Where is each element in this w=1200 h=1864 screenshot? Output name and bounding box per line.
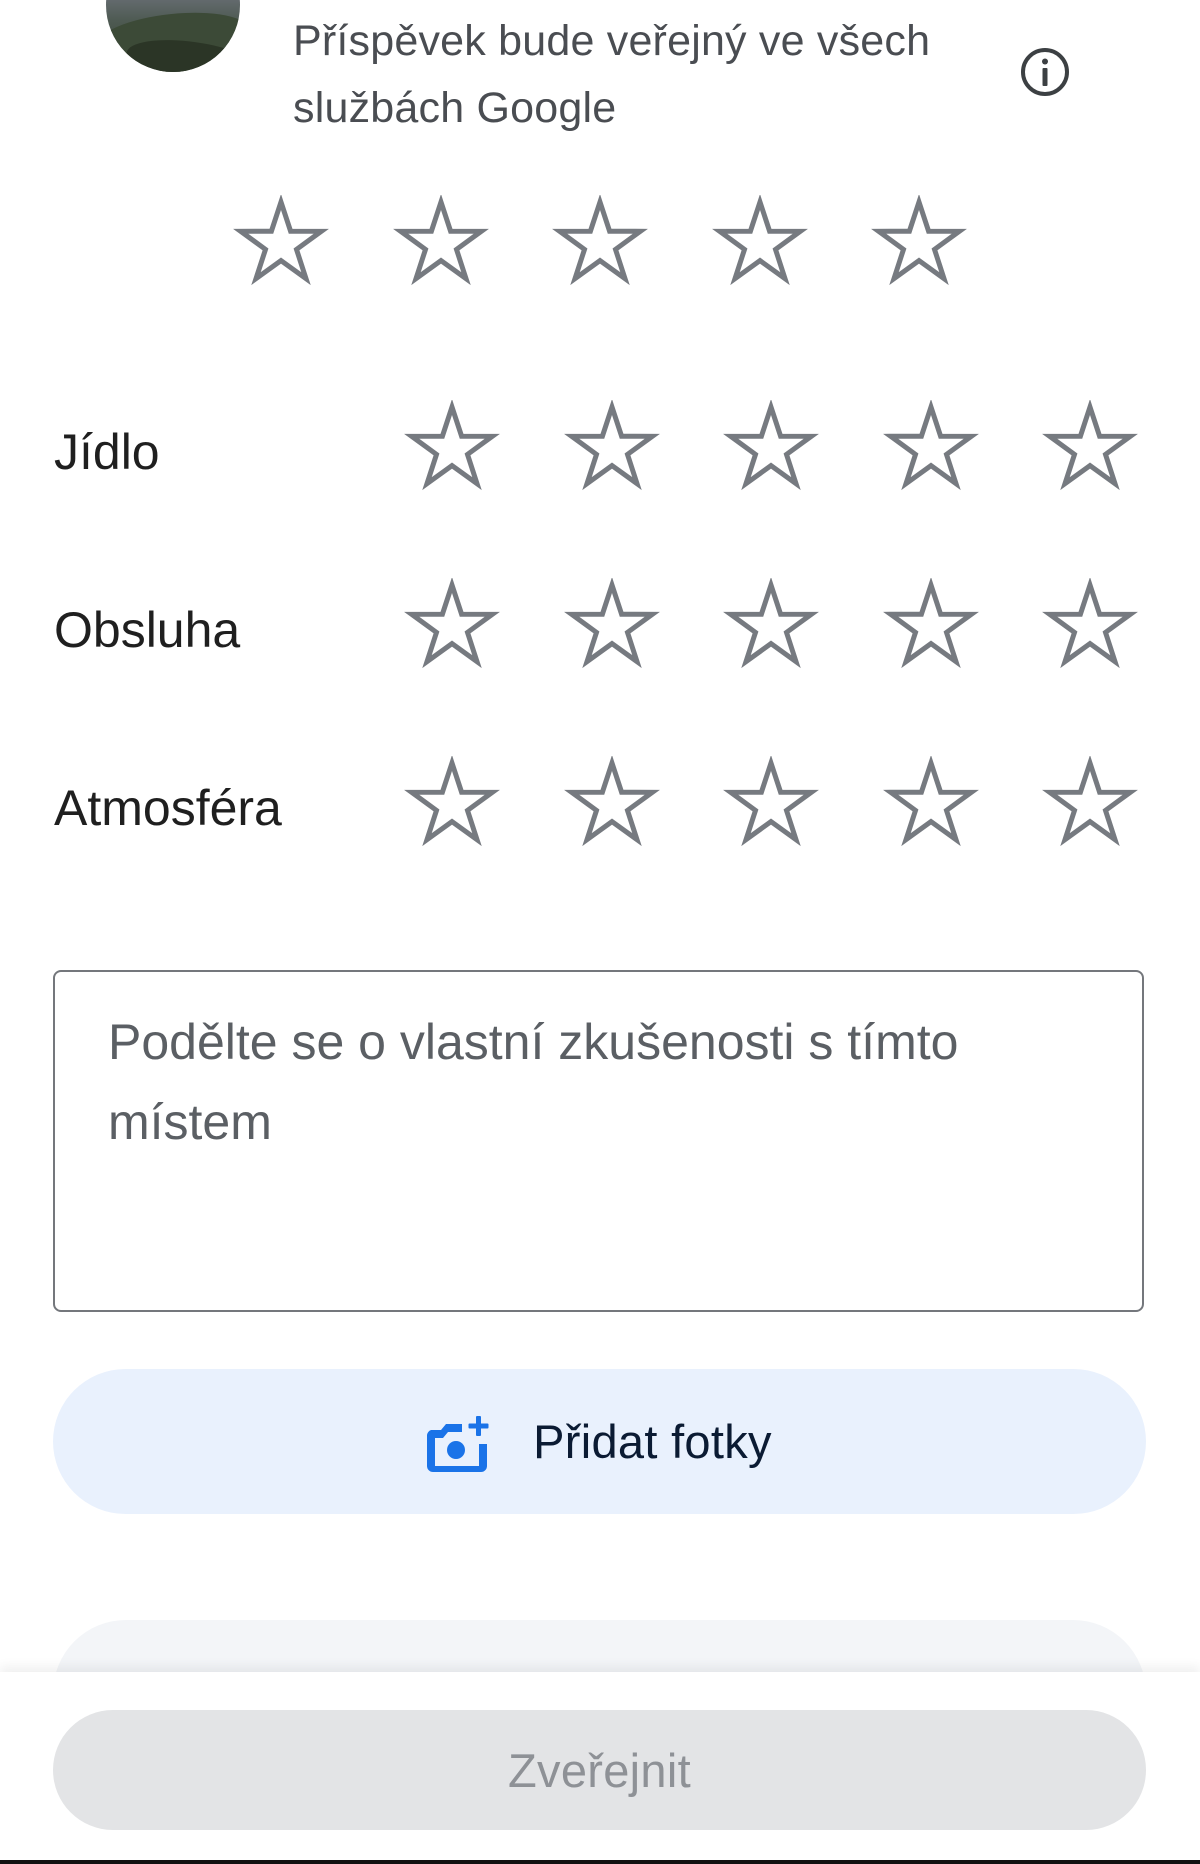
- screen-bottom-edge: [0, 1860, 1200, 1864]
- overall-rating-star-1[interactable]: [233, 195, 329, 291]
- star-outline-icon: [1042, 400, 1138, 491]
- star-outline-icon: [882, 756, 979, 847]
- overall-rating-star-2[interactable]: [392, 195, 489, 291]
- public-post-notice: Příspěvek bude veřejný ve všech službách…: [293, 17, 931, 132]
- star-outline-icon: [233, 195, 329, 286]
- aspect-2-star-1[interactable]: [404, 578, 500, 674]
- aspect-3-star-3[interactable]: [723, 756, 819, 852]
- star-outline-icon: [882, 400, 979, 491]
- add-photos-label: Přidat fotky: [533, 1415, 772, 1468]
- aspect-rating-atmosphere: Atmosféra: [0, 756, 1200, 856]
- user-avatar: [106, 0, 240, 72]
- aspect-3-star-4[interactable]: [882, 756, 979, 852]
- aspect-3-star-1[interactable]: [404, 756, 500, 852]
- star-outline-icon: [723, 400, 819, 491]
- overall-rating-star-5[interactable]: [871, 195, 967, 291]
- info-circle-icon: [1021, 48, 1069, 96]
- star-outline-icon: [563, 578, 660, 669]
- overall-rating-star-4[interactable]: [711, 195, 808, 291]
- aspect-1-star-1[interactable]: [404, 400, 500, 496]
- star-outline-icon: [871, 195, 967, 286]
- review-placeholder: Podělte se o vlastní zkušenosti s tímto …: [108, 1014, 959, 1150]
- aspect-1-star-2[interactable]: [563, 400, 660, 496]
- publish-button[interactable]: Zveřejnit: [53, 1710, 1146, 1830]
- add-photos-button[interactable]: Přidat fotky: [53, 1369, 1146, 1514]
- star-outline-icon: [404, 578, 500, 669]
- overall-rating: [0, 195, 1200, 295]
- aspect-1-star-4[interactable]: [882, 400, 979, 496]
- aspect-2-star-4[interactable]: [882, 578, 979, 674]
- star-outline-icon: [1042, 578, 1138, 669]
- aspect-label-atmosphere: Atmosféra: [54, 780, 282, 836]
- star-outline-icon: [404, 756, 500, 847]
- aspect-2-star-5[interactable]: [1042, 578, 1138, 674]
- overall-rating-star-3[interactable]: [552, 195, 648, 291]
- star-outline-icon: [552, 195, 648, 286]
- star-outline-icon: [711, 195, 808, 286]
- star-outline-icon: [723, 756, 819, 847]
- aspect-3-star-2[interactable]: [563, 756, 660, 852]
- star-outline-icon: [723, 578, 819, 669]
- aspect-2-star-3[interactable]: [723, 578, 819, 674]
- aspect-1-star-5[interactable]: [1042, 400, 1138, 496]
- add-photo-camera-icon: [427, 1415, 489, 1472]
- publish-label: Zveřejnit: [508, 1743, 691, 1797]
- star-outline-icon: [563, 756, 660, 847]
- star-outline-icon: [563, 400, 660, 491]
- aspect-rating-service: Obsluha: [0, 578, 1200, 678]
- star-outline-icon: [1042, 756, 1138, 847]
- star-outline-icon: [392, 195, 489, 286]
- info-button[interactable]: [1019, 46, 1071, 98]
- review-text-field[interactable]: Podělte se o vlastní zkušenosti s tímto …: [53, 970, 1144, 1312]
- aspect-rating-food: Jídlo: [0, 400, 1200, 500]
- aspect-label-service: Obsluha: [54, 602, 241, 658]
- aspect-3-star-5[interactable]: [1042, 756, 1138, 852]
- aspect-2-star-2[interactable]: [563, 578, 660, 674]
- star-outline-icon: [404, 400, 500, 491]
- aspect-label-food: Jídlo: [54, 424, 160, 480]
- star-outline-icon: [882, 578, 979, 669]
- aspect-1-star-3[interactable]: [723, 400, 819, 496]
- bottom-action-bar: Zveřejnit: [0, 1672, 1200, 1864]
